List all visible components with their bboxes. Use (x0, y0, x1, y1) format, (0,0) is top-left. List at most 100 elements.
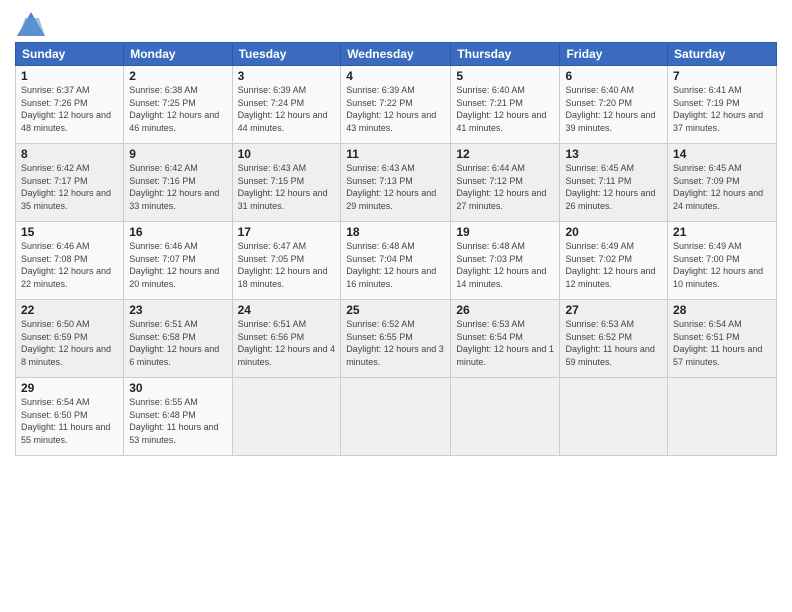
sunrise-label: Sunrise: 6:46 AM (21, 241, 90, 251)
weekday-monday: Monday (124, 43, 232, 66)
day-number: 9 (129, 147, 226, 161)
daylight-label: Daylight: 12 hours and 12 minutes. (565, 266, 655, 289)
day-info: Sunrise: 6:46 AM Sunset: 7:08 PM Dayligh… (21, 240, 118, 290)
day-number: 12 (456, 147, 554, 161)
day-number: 15 (21, 225, 118, 239)
weekday-friday: Friday (560, 43, 668, 66)
sunrise-label: Sunrise: 6:51 AM (238, 319, 307, 329)
calendar-cell: 4 Sunrise: 6:39 AM Sunset: 7:22 PM Dayli… (341, 66, 451, 144)
day-info: Sunrise: 6:43 AM Sunset: 7:15 PM Dayligh… (238, 162, 336, 212)
sunrise-label: Sunrise: 6:39 AM (238, 85, 307, 95)
page-container: SundayMondayTuesdayWednesdayThursdayFrid… (0, 0, 792, 612)
calendar-cell: 26 Sunrise: 6:53 AM Sunset: 6:54 PM Dayl… (451, 300, 560, 378)
sunset-label: Sunset: 6:56 PM (238, 332, 305, 342)
sunset-label: Sunset: 7:11 PM (565, 176, 631, 186)
daylight-label: Daylight: 12 hours and 24 minutes. (673, 188, 763, 211)
day-number: 16 (129, 225, 226, 239)
day-number: 28 (673, 303, 771, 317)
day-number: 14 (673, 147, 771, 161)
daylight-label: Daylight: 12 hours and 31 minutes. (238, 188, 328, 211)
calendar-cell: 22 Sunrise: 6:50 AM Sunset: 6:59 PM Dayl… (16, 300, 124, 378)
calendar-cell (668, 378, 777, 456)
daylight-label: Daylight: 11 hours and 55 minutes. (21, 422, 110, 445)
daylight-label: Daylight: 12 hours and 43 minutes. (346, 110, 436, 133)
day-info: Sunrise: 6:49 AM Sunset: 7:02 PM Dayligh… (565, 240, 662, 290)
day-info: Sunrise: 6:46 AM Sunset: 7:07 PM Dayligh… (129, 240, 226, 290)
calendar-cell: 25 Sunrise: 6:52 AM Sunset: 6:55 PM Dayl… (341, 300, 451, 378)
sunset-label: Sunset: 7:02 PM (565, 254, 632, 264)
daylight-label: Daylight: 11 hours and 59 minutes. (565, 344, 654, 367)
calendar-week-4: 22 Sunrise: 6:50 AM Sunset: 6:59 PM Dayl… (16, 300, 777, 378)
sunrise-label: Sunrise: 6:37 AM (21, 85, 90, 95)
sunset-label: Sunset: 6:58 PM (129, 332, 196, 342)
day-info: Sunrise: 6:53 AM Sunset: 6:54 PM Dayligh… (456, 318, 554, 368)
weekday-header-row: SundayMondayTuesdayWednesdayThursdayFrid… (16, 43, 777, 66)
day-info: Sunrise: 6:49 AM Sunset: 7:00 PM Dayligh… (673, 240, 771, 290)
daylight-label: Daylight: 12 hours and 46 minutes. (129, 110, 219, 133)
day-info: Sunrise: 6:43 AM Sunset: 7:13 PM Dayligh… (346, 162, 445, 212)
daylight-label: Daylight: 12 hours and 14 minutes. (456, 266, 546, 289)
day-info: Sunrise: 6:45 AM Sunset: 7:11 PM Dayligh… (565, 162, 662, 212)
day-info: Sunrise: 6:47 AM Sunset: 7:05 PM Dayligh… (238, 240, 336, 290)
logo-icon (15, 10, 45, 34)
sunset-label: Sunset: 7:12 PM (456, 176, 523, 186)
day-info: Sunrise: 6:51 AM Sunset: 6:58 PM Dayligh… (129, 318, 226, 368)
sunset-label: Sunset: 6:51 PM (673, 332, 740, 342)
day-info: Sunrise: 6:39 AM Sunset: 7:24 PM Dayligh… (238, 84, 336, 134)
weekday-tuesday: Tuesday (232, 43, 341, 66)
sunset-label: Sunset: 7:24 PM (238, 98, 305, 108)
sunset-label: Sunset: 7:04 PM (346, 254, 413, 264)
sunrise-label: Sunrise: 6:38 AM (129, 85, 198, 95)
day-info: Sunrise: 6:44 AM Sunset: 7:12 PM Dayligh… (456, 162, 554, 212)
day-number: 30 (129, 381, 226, 395)
sunrise-label: Sunrise: 6:39 AM (346, 85, 415, 95)
calendar-week-5: 29 Sunrise: 6:54 AM Sunset: 6:50 PM Dayl… (16, 378, 777, 456)
calendar-cell: 8 Sunrise: 6:42 AM Sunset: 7:17 PM Dayli… (16, 144, 124, 222)
sunset-label: Sunset: 7:22 PM (346, 98, 413, 108)
sunset-label: Sunset: 6:54 PM (456, 332, 523, 342)
daylight-label: Daylight: 12 hours and 6 minutes. (129, 344, 219, 367)
day-info: Sunrise: 6:42 AM Sunset: 7:16 PM Dayligh… (129, 162, 226, 212)
sunset-label: Sunset: 7:19 PM (673, 98, 740, 108)
calendar-cell: 16 Sunrise: 6:46 AM Sunset: 7:07 PM Dayl… (124, 222, 232, 300)
day-number: 25 (346, 303, 445, 317)
day-info: Sunrise: 6:52 AM Sunset: 6:55 PM Dayligh… (346, 318, 445, 368)
calendar-cell: 28 Sunrise: 6:54 AM Sunset: 6:51 PM Dayl… (668, 300, 777, 378)
sunset-label: Sunset: 6:48 PM (129, 410, 196, 420)
weekday-saturday: Saturday (668, 43, 777, 66)
calendar-cell: 18 Sunrise: 6:48 AM Sunset: 7:04 PM Dayl… (341, 222, 451, 300)
calendar-week-2: 8 Sunrise: 6:42 AM Sunset: 7:17 PM Dayli… (16, 144, 777, 222)
calendar-cell (451, 378, 560, 456)
daylight-label: Daylight: 12 hours and 20 minutes. (129, 266, 219, 289)
sunset-label: Sunset: 7:16 PM (129, 176, 196, 186)
calendar-cell: 5 Sunrise: 6:40 AM Sunset: 7:21 PM Dayli… (451, 66, 560, 144)
daylight-label: Daylight: 12 hours and 27 minutes. (456, 188, 546, 211)
sunrise-label: Sunrise: 6:43 AM (238, 163, 307, 173)
sunrise-label: Sunrise: 6:52 AM (346, 319, 415, 329)
day-number: 18 (346, 225, 445, 239)
calendar-cell (341, 378, 451, 456)
calendar-cell: 3 Sunrise: 6:39 AM Sunset: 7:24 PM Dayli… (232, 66, 341, 144)
sunrise-label: Sunrise: 6:50 AM (21, 319, 90, 329)
sunrise-label: Sunrise: 6:49 AM (673, 241, 742, 251)
sunrise-label: Sunrise: 6:44 AM (456, 163, 525, 173)
day-number: 11 (346, 147, 445, 161)
calendar-cell: 15 Sunrise: 6:46 AM Sunset: 7:08 PM Dayl… (16, 222, 124, 300)
day-number: 10 (238, 147, 336, 161)
sunrise-label: Sunrise: 6:43 AM (346, 163, 415, 173)
sunrise-label: Sunrise: 6:53 AM (456, 319, 525, 329)
calendar-cell: 17 Sunrise: 6:47 AM Sunset: 7:05 PM Dayl… (232, 222, 341, 300)
sunrise-label: Sunrise: 6:41 AM (673, 85, 742, 95)
calendar-week-3: 15 Sunrise: 6:46 AM Sunset: 7:08 PM Dayl… (16, 222, 777, 300)
day-info: Sunrise: 6:54 AM Sunset: 6:51 PM Dayligh… (673, 318, 771, 368)
sunrise-label: Sunrise: 6:42 AM (129, 163, 198, 173)
calendar-cell: 20 Sunrise: 6:49 AM Sunset: 7:02 PM Dayl… (560, 222, 668, 300)
calendar-cell (232, 378, 341, 456)
day-number: 26 (456, 303, 554, 317)
day-info: Sunrise: 6:38 AM Sunset: 7:25 PM Dayligh… (129, 84, 226, 134)
sunrise-label: Sunrise: 6:46 AM (129, 241, 198, 251)
calendar-cell: 7 Sunrise: 6:41 AM Sunset: 7:19 PM Dayli… (668, 66, 777, 144)
sunset-label: Sunset: 7:17 PM (21, 176, 88, 186)
daylight-label: Daylight: 12 hours and 29 minutes. (346, 188, 436, 211)
day-number: 17 (238, 225, 336, 239)
